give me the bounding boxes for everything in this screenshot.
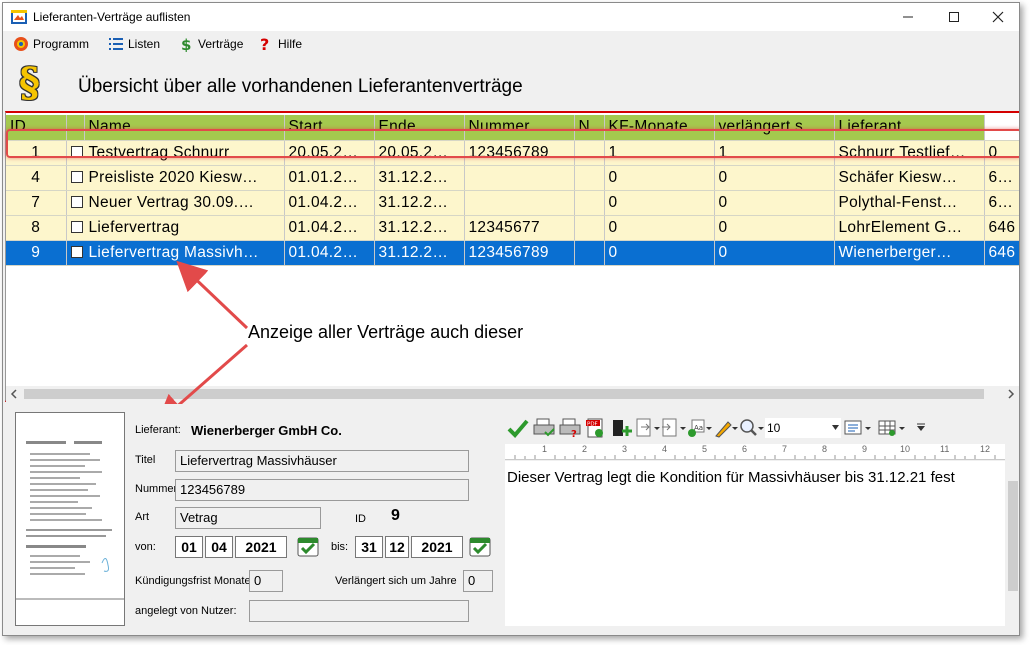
editor-text: Dieser Vertrag legt die Kondition für Ma… <box>507 469 955 486</box>
zoom-value: 10 <box>767 421 781 435</box>
von-label: von: <box>135 541 156 553</box>
pdf-icon: PDF <box>586 418 603 438</box>
detail-panel: Lieferant: Wienerberger GmbH Co. Titel L… <box>3 404 1019 635</box>
checkmark-icon <box>507 419 529 438</box>
verlaengert-field[interactable]: 0 <box>463 570 493 592</box>
annotation-text: Anzeige aller Verträge auch dieser <box>248 322 524 342</box>
ruler-label: 6 <box>742 444 748 454</box>
export-button[interactable] <box>635 416 661 440</box>
svg-text:?: ? <box>571 429 577 438</box>
printer-help-icon: ? <box>559 418 581 438</box>
bis-year-field[interactable]: 2021 <box>411 536 463 558</box>
ruler-label: 11 <box>940 444 950 454</box>
titel-label: Titel <box>135 454 156 466</box>
art-field[interactable]: Vetrag <box>175 507 321 529</box>
text-editor: ? PDF Aa 10 1 2 3 4 5 6 7 8 9 10 11 12 D… <box>505 414 1019 626</box>
main-window: Lieferanten-Verträge auflisten Programm … <box>2 2 1020 636</box>
ruler: 1 2 3 4 5 6 7 8 9 10 11 12 13 <box>505 444 1005 460</box>
chevron-down-icon <box>832 425 839 430</box>
von-year-field[interactable]: 2021 <box>235 536 287 558</box>
image-add-icon: Aa <box>688 419 712 437</box>
pdf-button[interactable]: PDF <box>583 416 609 440</box>
table-icon <box>878 420 905 436</box>
ruler-label: 12 <box>980 444 991 454</box>
ruler-label: 9 <box>862 444 868 454</box>
zoom-select[interactable]: 10 <box>765 418 841 438</box>
svg-text:PDF: PDF <box>587 422 598 428</box>
editor-vertical-scrollbar[interactable] <box>1005 461 1019 626</box>
nutzer-field[interactable] <box>249 600 469 622</box>
import-button[interactable] <box>661 416 687 440</box>
insert-image-button[interactable]: Aa <box>687 416 713 440</box>
bis-month-field[interactable]: 12 <box>385 536 409 558</box>
nutzer-label: angelegt von Nutzer: <box>135 605 237 617</box>
document-arrow-icon <box>636 418 660 437</box>
ruler-label: 8 <box>822 444 828 454</box>
calendar-check-icon[interactable] <box>297 535 319 557</box>
art-label: Art <box>135 511 150 523</box>
print-button[interactable]: ? <box>557 416 583 440</box>
id-label: ID <box>355 513 366 525</box>
document-preview-icon <box>16 419 124 600</box>
pencil-icon <box>715 421 738 438</box>
text-format-icon <box>844 420 871 435</box>
lieferant-value: Wienerberger GmbH Co. <box>191 423 342 438</box>
verlaengert-label: Verlängert sich um Jahre <box>335 575 457 587</box>
kuendigungsfrist-label: Kündigungsfrist Monate <box>135 575 251 587</box>
von-day-field[interactable]: 01 <box>175 536 203 558</box>
toolbar-overflow-icon[interactable] <box>917 423 925 433</box>
ruler-label: 4 <box>662 444 668 454</box>
nummer-label: Nummer <box>135 483 178 495</box>
ruler-label: 5 <box>702 444 708 454</box>
lieferant-label: Lieferant: <box>135 424 181 436</box>
calendar-check-icon[interactable] <box>469 535 491 557</box>
add-document-button[interactable] <box>609 416 635 440</box>
highlight-button[interactable] <box>713 416 739 440</box>
von-month-field[interactable]: 04 <box>205 536 233 558</box>
ruler-label: 3 <box>622 444 628 454</box>
ruler-label: 2 <box>582 444 588 454</box>
editor-toolbar: ? PDF Aa 10 <box>505 414 1019 442</box>
nummer-field[interactable]: 123456789 <box>175 479 469 501</box>
bis-day-field[interactable]: 31 <box>355 536 383 558</box>
ruler-label: 1 <box>542 444 548 454</box>
magnifier-icon <box>740 419 764 436</box>
editor-scroll-thumb[interactable] <box>1008 481 1018 591</box>
print-preview-button[interactable] <box>531 416 557 440</box>
ruler-ticks <box>514 455 996 459</box>
titel-field[interactable]: Liefervertrag Massivhäuser <box>175 450 469 472</box>
book-add-icon <box>613 420 632 436</box>
save-check-button[interactable] <box>505 416 531 440</box>
zoom-button[interactable] <box>739 416 765 440</box>
ruler-label: 7 <box>782 444 788 454</box>
printer-check-icon <box>533 418 555 437</box>
editor-text-area[interactable]: Dieser Vertrag legt die Kondition für Ma… <box>505 461 1005 626</box>
kuendigungsfrist-field[interactable]: 0 <box>249 570 283 592</box>
table-insert-button[interactable] <box>875 416 909 440</box>
text-format-button[interactable] <box>841 416 875 440</box>
svg-text:Aa: Aa <box>694 424 703 432</box>
id-value: 9 <box>391 507 400 524</box>
ruler-label: 10 <box>900 444 911 454</box>
document-import-icon <box>662 418 686 437</box>
bis-label: bis: <box>331 541 349 553</box>
document-thumbnail[interactable] <box>15 412 125 626</box>
arrow-to-selected-row <box>176 260 249 330</box>
